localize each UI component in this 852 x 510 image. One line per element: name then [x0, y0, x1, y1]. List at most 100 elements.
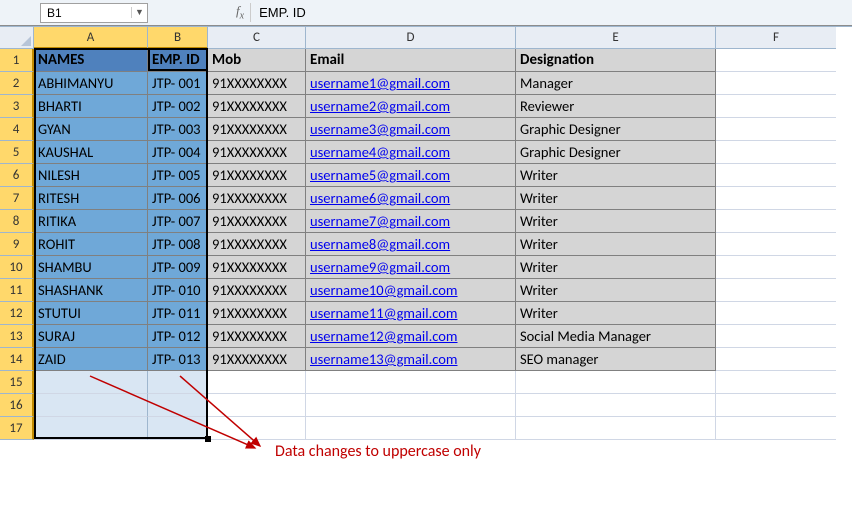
- cell-D2[interactable]: username1@gmail.com: [306, 72, 516, 95]
- cell-B8[interactable]: JTP- 007: [148, 210, 208, 233]
- cell-D11[interactable]: username10@gmail.com: [306, 279, 516, 302]
- cell-F8[interactable]: [716, 210, 836, 233]
- cell-D12[interactable]: username11@gmail.com: [306, 302, 516, 325]
- cell-B4[interactable]: JTP- 003: [148, 118, 208, 141]
- row-header-17[interactable]: 17: [0, 417, 34, 440]
- cell-A11[interactable]: SHASHANK: [34, 279, 148, 302]
- select-all-corner[interactable]: [0, 27, 34, 49]
- row-header-12[interactable]: 12: [0, 302, 34, 325]
- cell-C15[interactable]: [208, 371, 306, 394]
- cell-D15[interactable]: [306, 371, 516, 394]
- email-link[interactable]: username2@gmail.com: [310, 97, 450, 115]
- cell-B7[interactable]: JTP- 006: [148, 187, 208, 210]
- cell-F1[interactable]: [716, 49, 836, 72]
- cell-A16[interactable]: [34, 394, 148, 417]
- cell-C4[interactable]: 91XXXXXXXX: [208, 118, 306, 141]
- row-header-10[interactable]: 10: [0, 256, 34, 279]
- cell-C13[interactable]: 91XXXXXXXX: [208, 325, 306, 348]
- cell-B6[interactable]: JTP- 005: [148, 164, 208, 187]
- row-header-5[interactable]: 5: [0, 141, 34, 164]
- cell-E11[interactable]: Writer: [516, 279, 716, 302]
- cell-A14[interactable]: ZAID: [34, 348, 148, 371]
- email-link[interactable]: username3@gmail.com: [310, 120, 450, 138]
- cell-A10[interactable]: SHAMBU: [34, 256, 148, 279]
- cell-E4[interactable]: Graphic Designer: [516, 118, 716, 141]
- cell-D10[interactable]: username9@gmail.com: [306, 256, 516, 279]
- cell-E12[interactable]: Writer: [516, 302, 716, 325]
- cell-E7[interactable]: Writer: [516, 187, 716, 210]
- cell-E8[interactable]: Writer: [516, 210, 716, 233]
- cell-D3[interactable]: username2@gmail.com: [306, 95, 516, 118]
- cell-F14[interactable]: [716, 348, 836, 371]
- formula-input[interactable]: EMP. ID: [251, 5, 314, 20]
- cell-D1[interactable]: Email: [306, 49, 516, 72]
- cell-B16[interactable]: [148, 394, 208, 417]
- row-header-2[interactable]: 2: [0, 72, 34, 95]
- cell-A12[interactable]: STUTUI: [34, 302, 148, 325]
- cell-E5[interactable]: Graphic Designer: [516, 141, 716, 164]
- cell-B3[interactable]: JTP- 002: [148, 95, 208, 118]
- cell-A8[interactable]: RITIKA: [34, 210, 148, 233]
- email-link[interactable]: username12@gmail.com: [310, 327, 458, 345]
- spreadsheet-grid[interactable]: A B C D E F 1 NAMES EMP. ID Mob Email De…: [0, 26, 852, 440]
- cell-F7[interactable]: [716, 187, 836, 210]
- email-link[interactable]: username7@gmail.com: [310, 212, 450, 230]
- email-link[interactable]: username4@gmail.com: [310, 143, 450, 161]
- cell-C10[interactable]: 91XXXXXXXX: [208, 256, 306, 279]
- cell-D16[interactable]: [306, 394, 516, 417]
- cell-E13[interactable]: Social Media Manager: [516, 325, 716, 348]
- cell-B10[interactable]: JTP- 009: [148, 256, 208, 279]
- row-header-11[interactable]: 11: [0, 279, 34, 302]
- cell-E9[interactable]: Writer: [516, 233, 716, 256]
- cell-E3[interactable]: Reviewer: [516, 95, 716, 118]
- cell-A2[interactable]: ABHIMANYU: [34, 72, 148, 95]
- cell-B17[interactable]: [148, 417, 208, 440]
- cell-D17[interactable]: [306, 417, 516, 440]
- row-header-8[interactable]: 8: [0, 210, 34, 233]
- cell-D9[interactable]: username8@gmail.com: [306, 233, 516, 256]
- cell-F6[interactable]: [716, 164, 836, 187]
- cell-C12[interactable]: 91XXXXXXXX: [208, 302, 306, 325]
- cell-C11[interactable]: 91XXXXXXXX: [208, 279, 306, 302]
- row-header-16[interactable]: 16: [0, 394, 34, 417]
- row-header-7[interactable]: 7: [0, 187, 34, 210]
- cell-A9[interactable]: ROHIT: [34, 233, 148, 256]
- cell-E16[interactable]: [516, 394, 716, 417]
- row-header-4[interactable]: 4: [0, 118, 34, 141]
- row-header-13[interactable]: 13: [0, 325, 34, 348]
- cell-B2[interactable]: JTP- 001: [148, 72, 208, 95]
- fx-icon[interactable]: fx: [230, 3, 251, 22]
- cell-E15[interactable]: [516, 371, 716, 394]
- name-box[interactable]: B1: [41, 6, 131, 20]
- cell-F3[interactable]: [716, 95, 836, 118]
- cell-E17[interactable]: [516, 417, 716, 440]
- email-link[interactable]: username13@gmail.com: [310, 350, 458, 368]
- cell-B14[interactable]: JTP- 013: [148, 348, 208, 371]
- cell-A6[interactable]: NILESH: [34, 164, 148, 187]
- cell-A7[interactable]: RITESH: [34, 187, 148, 210]
- email-link[interactable]: username8@gmail.com: [310, 235, 450, 253]
- row-header-6[interactable]: 6: [0, 164, 34, 187]
- name-box-wrap[interactable]: B1 ▼: [40, 3, 148, 23]
- email-link[interactable]: username10@gmail.com: [310, 281, 458, 299]
- cell-B15[interactable]: [148, 371, 208, 394]
- cell-F5[interactable]: [716, 141, 836, 164]
- cell-C2[interactable]: 91XXXXXXXX: [208, 72, 306, 95]
- cell-C9[interactable]: 91XXXXXXXX: [208, 233, 306, 256]
- cell-C17[interactable]: [208, 417, 306, 440]
- row-header-1[interactable]: 1: [0, 49, 34, 72]
- cell-F11[interactable]: [716, 279, 836, 302]
- cell-B12[interactable]: JTP- 011: [148, 302, 208, 325]
- cell-C16[interactable]: [208, 394, 306, 417]
- fill-handle[interactable]: [205, 436, 211, 442]
- cell-C8[interactable]: 91XXXXXXXX: [208, 210, 306, 233]
- row-header-14[interactable]: 14: [0, 348, 34, 371]
- cell-B1[interactable]: EMP. ID: [148, 49, 208, 72]
- email-link[interactable]: username6@gmail.com: [310, 189, 450, 207]
- cell-E2[interactable]: Manager: [516, 72, 716, 95]
- cell-A1[interactable]: NAMES: [34, 49, 148, 72]
- cell-C3[interactable]: 91XXXXXXXX: [208, 95, 306, 118]
- email-link[interactable]: username11@gmail.com: [310, 304, 458, 322]
- column-header-A[interactable]: A: [34, 27, 148, 49]
- column-header-D[interactable]: D: [306, 27, 516, 49]
